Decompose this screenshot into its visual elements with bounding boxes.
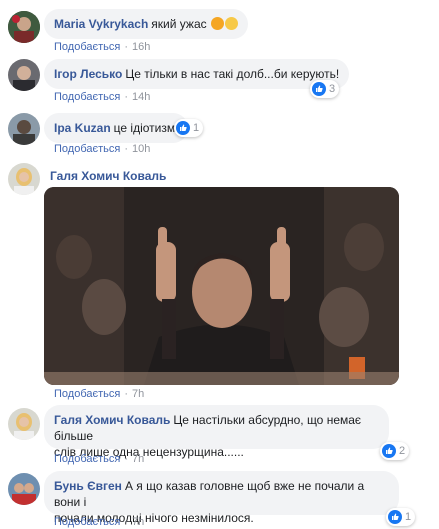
timestamp[interactable]: 7h: [132, 453, 144, 465]
thumbs-up-gif[interactable]: [44, 187, 399, 385]
avatar[interactable]: [8, 11, 40, 43]
comment-author[interactable]: Maria Vykrykach: [54, 17, 148, 31]
like-link[interactable]: Подобається: [54, 516, 120, 528]
comment-author[interactable]: Іра Kuzan: [54, 121, 111, 135]
thumbs-up-icon: [312, 82, 326, 96]
thumbs-up-icon: [382, 444, 396, 458]
avatar[interactable]: [8, 163, 40, 195]
comment-author[interactable]: Бунь Євген: [54, 479, 122, 493]
comment-author[interactable]: Галя Хомич Коваль: [54, 413, 170, 427]
comment-bubble: Ігор Лесько Це тільки в нас такі долб...б…: [44, 59, 350, 89]
like-link[interactable]: Подобається: [54, 41, 120, 53]
reaction-count[interactable]: 3: [310, 80, 340, 98]
comment-bubble: Бунь Євген А я що казав головне щоб вже н…: [44, 471, 399, 525]
comment-text: Це тільки в нас такі долб...би керують!: [125, 67, 340, 81]
reaction-count[interactable]: 1: [386, 508, 416, 526]
timestamp[interactable]: 7h: [132, 388, 144, 400]
like-link[interactable]: Подобається: [54, 388, 120, 400]
comment-meta: Подобається · 7h: [54, 453, 145, 465]
avatar[interactable]: [8, 408, 40, 440]
avatar[interactable]: [8, 113, 40, 145]
rolling-eyes-emoji-icon: [224, 17, 238, 30]
like-link[interactable]: Подобається: [54, 91, 120, 103]
comment-text: який ужас: [151, 17, 207, 31]
comment-meta: Подобається · 10h: [54, 143, 151, 155]
reaction-count[interactable]: 2: [380, 442, 410, 460]
comment-author[interactable]: Галя Хомич Коваль: [50, 169, 166, 183]
like-link[interactable]: Подобається: [54, 453, 120, 465]
angry-emoji-icon: [210, 17, 224, 30]
timestamp[interactable]: 10h: [132, 143, 150, 155]
reaction-count[interactable]: 1: [174, 119, 204, 137]
timestamp[interactable]: 7h: [132, 516, 144, 528]
comment-meta: Подобається · 7h: [54, 388, 145, 400]
comment-meta: Подобається · 7h: [54, 516, 145, 528]
comment-text: це ідіотизм.: [113, 121, 179, 135]
timestamp[interactable]: 14h: [132, 91, 150, 103]
comment-author[interactable]: Ігор Лесько: [54, 67, 122, 81]
thumbs-up-icon: [176, 121, 190, 135]
comment-bubble: Галя Хомич Коваль Це настільки абсурдно, …: [44, 405, 389, 459]
timestamp[interactable]: 16h: [132, 41, 150, 53]
comment-bubble: Maria Vykrykach який ужас: [44, 9, 248, 39]
avatar[interactable]: [8, 59, 40, 91]
like-link[interactable]: Подобається: [54, 143, 120, 155]
comment-meta: Подобається · 14h: [54, 91, 151, 103]
comment-meta: Подобається · 16h: [54, 41, 151, 53]
avatar[interactable]: [8, 473, 40, 505]
thumbs-up-icon: [388, 510, 402, 524]
comment-bubble: Іра Kuzan це ідіотизм.: [44, 113, 189, 143]
